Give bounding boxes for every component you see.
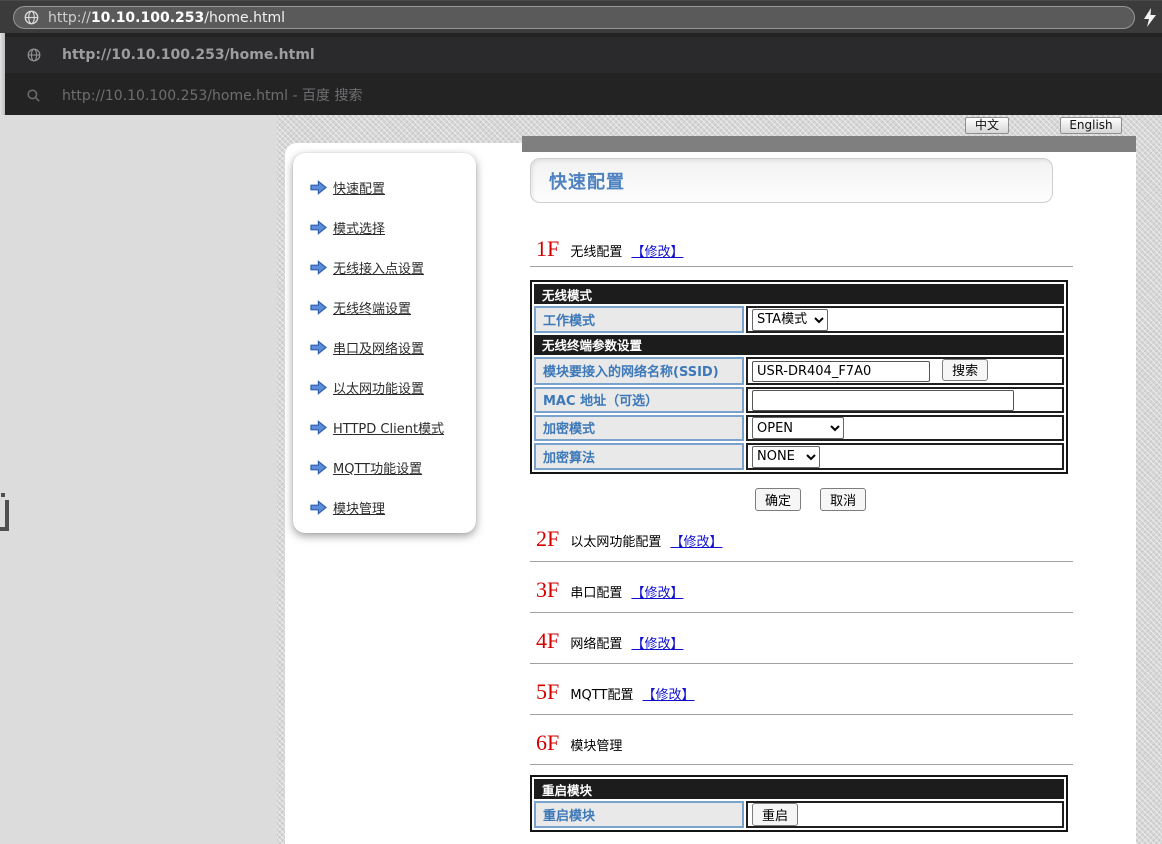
cancel-button[interactable]: 取消 [820,488,866,511]
suggestion-text: http://10.10.100.253/home.html - 百度 搜索 [62,85,362,105]
section-divider [530,612,1073,613]
restart-label: 重启模块 [534,801,744,828]
work-mode-select[interactable]: STA模式 [752,309,828,331]
sidebar-item-uart-network[interactable]: 串口及网络设置 [293,327,476,367]
mac-label: MAC 地址（可选） [534,387,744,413]
modify-link-wireless[interactable]: 【修改】 [631,245,683,260]
arrow-right-icon [310,220,327,235]
suggestion-text: http://10.10.100.253/home.html [62,47,315,63]
arrow-right-icon [310,460,327,475]
restart-button[interactable]: 重启 [752,803,798,826]
modify-link-mqtt[interactable]: 【修改】 [643,688,695,703]
main-content: 快速配置 1F 无线配置 【修改】 无线模式 工作模式 STA模式 无线终端参数… [530,158,1073,844]
sidebar-item-ethernet[interactable]: 以太网功能设置 [293,367,476,407]
encryption-mode-select[interactable]: OPEN [752,417,844,439]
table-header-sta-params: 无线终端参数设置 [534,335,1064,355]
language-button-english[interactable]: English [1060,117,1122,134]
section-divider [530,663,1073,664]
sidebar-nav: 快速配置 模式选择 无线接入点设置 无线终端设置 串口及网络设置 以太网功能设置… [293,153,476,533]
modify-link-ethernet[interactable]: 【修改】 [670,535,722,550]
url-suggestions-panel: http://10.10.100.253/home.html http://10… [5,33,1162,115]
url-suggestion-search[interactable]: http://10.10.100.253/home.html - 百度 搜索 [5,77,1162,113]
work-mode-label: 工作模式 [534,306,744,333]
sidebar-item-ap-settings[interactable]: 无线接入点设置 [293,247,476,287]
mac-input[interactable] [752,390,1014,411]
wireless-config-table: 无线模式 工作模式 STA模式 无线终端参数设置 模块要接入的网络名称(SSID… [530,280,1068,474]
edge-artifact [1,493,5,497]
ssid-input[interactable] [752,361,930,382]
sidebar-item-mode-select[interactable]: 模式选择 [293,207,476,247]
arrow-right-icon [310,300,327,315]
form-buttons: 确定 取消 [755,488,866,511]
table-header-wireless-mode: 无线模式 [534,284,1064,304]
encryption-mode-label: 加密模式 [534,415,744,442]
arrow-right-icon [310,340,327,355]
address-bar[interactable]: http://10.10.100.253/home.html [13,6,1135,29]
restart-table: 重启模块 重启模块 重启 [530,775,1068,832]
table-header-restart: 重启模块 [534,779,1064,799]
search-button[interactable]: 搜索 [942,359,988,381]
page-title: 快速配置 [549,168,625,194]
browser-toolbar: http://10.10.100.253/home.html [0,0,1162,33]
encryption-algorithm-select[interactable]: NONE [752,446,820,468]
confirm-button[interactable]: 确定 [755,488,801,511]
search-icon [27,89,40,102]
arrow-right-icon [310,260,327,275]
globe-icon [27,48,41,62]
modify-link-network[interactable]: 【修改】 [631,637,683,652]
edge-artifact [0,500,9,531]
section-divider [530,561,1073,562]
screen: http://10.10.100.253/home.html http://10… [0,0,1162,844]
page-title-panel: 快速配置 [530,158,1053,203]
globe-icon [24,10,39,25]
language-button-chinese[interactable]: 中文 [965,117,1009,134]
sidebar-item-module-mgmt[interactable]: 模块管理 [293,487,476,527]
arrow-right-icon [310,380,327,395]
section-divider [530,764,1073,765]
lightning-icon[interactable] [1143,8,1157,27]
sidebar-item-httpd-client[interactable]: HTTPD Client模式 [293,407,476,447]
address-text: http://10.10.100.253/home.html [48,10,285,26]
section-heading-2f: 2F 以太网功能配置 【修改】 [536,526,722,552]
encryption-algorithm-label: 加密算法 [534,443,744,470]
section-divider [530,266,1073,267]
arrow-right-icon [310,420,327,435]
modify-link-uart[interactable]: 【修改】 [631,586,683,601]
url-suggestion-history[interactable]: http://10.10.100.253/home.html [5,37,1162,73]
arrow-right-icon [310,180,327,195]
ssid-label: 模块要接入的网络名称(SSID) [534,357,744,385]
section-heading-6f: 6F 模块管理 [536,730,626,756]
content-top-bar [522,136,1136,152]
section-heading-4f: 4F 网络配置 【修改】 [536,628,683,654]
sidebar-item-mqtt[interactable]: MQTT功能设置 [293,447,476,487]
section-heading-5f: 5F MQTT配置 【修改】 [536,679,695,705]
sidebar-item-sta-settings[interactable]: 无线终端设置 [293,287,476,327]
section-heading-3f: 3F 串口配置 【修改】 [536,577,683,603]
sidebar-item-quick-config[interactable]: 快速配置 [293,167,476,207]
section-divider [530,714,1073,715]
arrow-right-icon [310,500,327,515]
section-heading-1f: 1F 无线配置 【修改】 [536,236,683,262]
